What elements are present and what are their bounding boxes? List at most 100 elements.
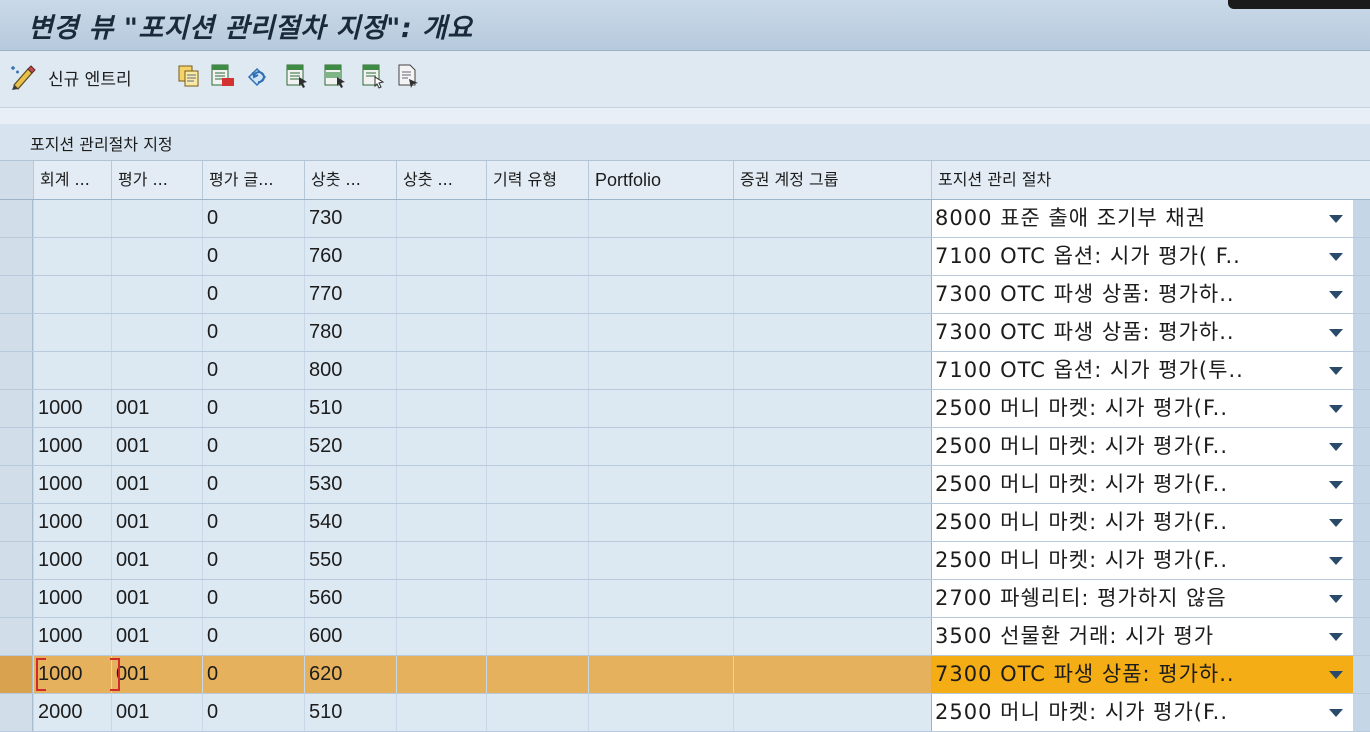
cell-portfolio[interactable]	[588, 390, 733, 427]
cell-valuation-class[interactable]: 0	[202, 428, 304, 465]
position-procedure-dropdown[interactable]: 2500 머니 마켓: 시가 평가(F..	[931, 542, 1353, 579]
cell-product-type[interactable]: 600	[304, 618, 396, 655]
copy-as-icon[interactable]	[176, 63, 202, 89]
cell-transaction-type[interactable]	[396, 428, 486, 465]
table-row[interactable]: 1000 001 0 520 2500 머니 마켓: 시가 평가(F..	[0, 428, 1370, 466]
table-row[interactable]: 1000 001 0 620 7300 OTC 파생 상품: 평가하..	[0, 656, 1370, 694]
cell-portfolio[interactable]	[588, 428, 733, 465]
cell-securities-account-group[interactable]	[733, 618, 931, 655]
column-header-transaction-type[interactable]: 상춧 ...	[396, 161, 486, 199]
cell-valuation-area[interactable]	[111, 200, 202, 237]
cell-position-type[interactable]	[486, 276, 588, 313]
cell-valuation-class[interactable]: 0	[202, 694, 304, 731]
cell-company-code[interactable]	[33, 352, 111, 389]
cell-securities-account-group[interactable]	[733, 428, 931, 465]
cell-product-type[interactable]: 730	[304, 200, 396, 237]
dropdown-arrow-icon[interactable]	[1329, 405, 1343, 413]
cell-product-type[interactable]: 760	[304, 238, 396, 275]
position-procedure-dropdown[interactable]: 2500 머니 마켓: 시가 평가(F..	[931, 428, 1353, 465]
cell-transaction-type[interactable]	[396, 314, 486, 351]
cell-company-code[interactable]: 2000	[33, 694, 111, 731]
cell-product-type[interactable]: 550	[304, 542, 396, 579]
cell-portfolio[interactable]	[588, 656, 733, 693]
cell-position-type[interactable]	[486, 580, 588, 617]
cell-valuation-area[interactable]	[111, 352, 202, 389]
cell-transaction-type[interactable]	[396, 390, 486, 427]
cell-product-type[interactable]: 510	[304, 694, 396, 731]
column-header-position-type[interactable]: 기력 유형	[486, 161, 588, 199]
cell-position-type[interactable]	[486, 694, 588, 731]
position-procedure-dropdown[interactable]: 7300 OTC 파생 상품: 평가하..	[931, 656, 1353, 693]
cell-portfolio[interactable]	[588, 542, 733, 579]
cell-valuation-area[interactable]: 001	[111, 656, 202, 693]
cell-transaction-type[interactable]	[396, 352, 486, 389]
cell-position-type[interactable]	[486, 314, 588, 351]
select-block-icon[interactable]	[323, 63, 349, 89]
row-selector-button[interactable]	[0, 580, 33, 617]
cell-securities-account-group[interactable]	[733, 390, 931, 427]
cell-valuation-class[interactable]: 0	[202, 656, 304, 693]
position-procedure-dropdown[interactable]: 2700 파쉥리티: 평가하지 않음	[931, 580, 1353, 617]
cell-transaction-type[interactable]	[396, 504, 486, 541]
row-selector-button[interactable]	[0, 352, 33, 389]
cell-securities-account-group[interactable]	[733, 200, 931, 237]
table-row[interactable]: 0 770 7300 OTC 파생 상품: 평가하..	[0, 276, 1370, 314]
cell-product-type[interactable]: 530	[304, 466, 396, 503]
cell-valuation-area[interactable]	[111, 238, 202, 275]
table-row[interactable]: 0 780 7300 OTC 파생 상품: 평가하..	[0, 314, 1370, 352]
cell-securities-account-group[interactable]	[733, 276, 931, 313]
cell-valuation-class[interactable]: 0	[202, 580, 304, 617]
position-procedure-dropdown[interactable]: 7300 OTC 파생 상품: 평가하..	[931, 314, 1353, 351]
cell-position-type[interactable]	[486, 238, 588, 275]
cell-valuation-area[interactable]	[111, 276, 202, 313]
cell-product-type[interactable]: 540	[304, 504, 396, 541]
cell-product-type[interactable]: 560	[304, 580, 396, 617]
delete-icon[interactable]	[210, 63, 236, 89]
cell-portfolio[interactable]	[588, 466, 733, 503]
dropdown-arrow-icon[interactable]	[1329, 215, 1343, 223]
undo-change-icon[interactable]	[245, 63, 271, 89]
table-row[interactable]: 1000 001 0 530 2500 머니 마켓: 시가 평가(F..	[0, 466, 1370, 504]
cell-valuation-area[interactable]: 001	[111, 542, 202, 579]
row-selector-button[interactable]	[0, 656, 33, 693]
cell-securities-account-group[interactable]	[733, 352, 931, 389]
dropdown-arrow-icon[interactable]	[1329, 291, 1343, 299]
cell-valuation-class[interactable]: 0	[202, 504, 304, 541]
position-procedure-dropdown[interactable]: 2500 머니 마켓: 시가 평가(F..	[931, 504, 1353, 541]
column-header-valuation-area[interactable]: 평가 ...	[111, 161, 202, 199]
table-row[interactable]: 0 730 8000 표준 출애 조기부 채권	[0, 200, 1370, 238]
cell-valuation-area[interactable]: 001	[111, 466, 202, 503]
dropdown-arrow-icon[interactable]	[1329, 443, 1343, 451]
cell-position-type[interactable]	[486, 542, 588, 579]
position-procedure-dropdown[interactable]: 8000 표준 출애 조기부 채권	[931, 200, 1353, 237]
dropdown-arrow-icon[interactable]	[1329, 557, 1343, 565]
row-selector-button[interactable]	[0, 238, 33, 275]
cell-transaction-type[interactable]	[396, 542, 486, 579]
cell-valuation-area[interactable]	[111, 314, 202, 351]
cell-company-code[interactable]: 1000	[33, 504, 111, 541]
dropdown-arrow-icon[interactable]	[1329, 367, 1343, 375]
cell-valuation-area[interactable]: 001	[111, 428, 202, 465]
cell-portfolio[interactable]	[588, 504, 733, 541]
position-procedure-dropdown[interactable]: 2500 머니 마켓: 시가 평가(F..	[931, 694, 1353, 731]
cell-company-code[interactable]	[33, 276, 111, 313]
row-selector-button[interactable]	[0, 694, 33, 731]
cell-position-type[interactable]	[486, 390, 588, 427]
cell-portfolio[interactable]	[588, 200, 733, 237]
cell-portfolio[interactable]	[588, 238, 733, 275]
row-selector-button[interactable]	[0, 542, 33, 579]
cell-securities-account-group[interactable]	[733, 694, 931, 731]
cell-company-code[interactable]: 1000	[33, 618, 111, 655]
cell-transaction-type[interactable]	[396, 656, 486, 693]
table-row[interactable]: 1000 001 0 510 2500 머니 마켓: 시가 평가(F..	[0, 390, 1370, 428]
cell-company-code[interactable]	[33, 314, 111, 351]
cell-valuation-class[interactable]: 0	[202, 542, 304, 579]
cell-company-code[interactable]: 1000	[33, 390, 111, 427]
cell-company-code[interactable]: 1000	[33, 428, 111, 465]
column-header-product-type[interactable]: 상춧 ...	[304, 161, 396, 199]
dropdown-arrow-icon[interactable]	[1329, 519, 1343, 527]
cell-securities-account-group[interactable]	[733, 656, 931, 693]
cell-product-type[interactable]: 770	[304, 276, 396, 313]
cell-valuation-class[interactable]: 0	[202, 238, 304, 275]
cell-securities-account-group[interactable]	[733, 314, 931, 351]
